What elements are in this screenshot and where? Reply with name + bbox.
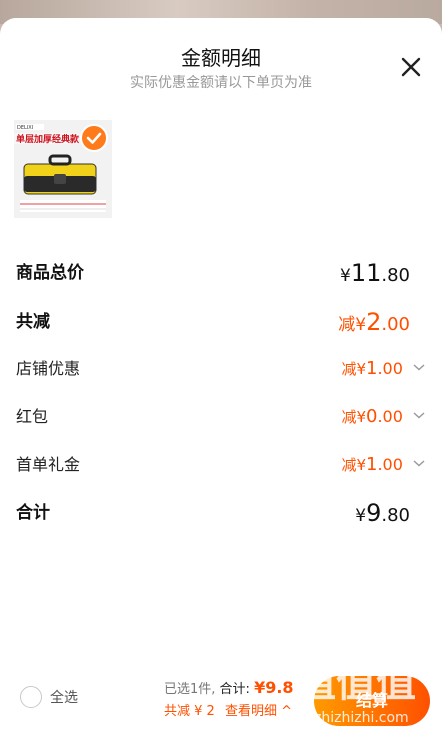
close-button[interactable]: [396, 52, 426, 82]
first-order-gift-value: 减¥1.00: [341, 450, 426, 480]
reduce-text: 共减 ¥ 2: [164, 704, 215, 719]
select-all-label[interactable]: 全选: [50, 687, 78, 707]
brand-logo-text: DELIXI: [17, 125, 33, 131]
sheet-title: 金额明细: [181, 46, 261, 70]
checkout-button[interactable]: 结算: [314, 676, 430, 726]
chevron-down-icon: [413, 364, 425, 371]
sheet-subtitle: 实际优惠金额请以下单页为准: [130, 75, 312, 91]
red-packet-row[interactable]: 红包 减¥0.00: [16, 402, 426, 432]
selection-summary: 已选1件, 合计: ¥9.8: [164, 678, 294, 697]
total-value: ¥9.8: [254, 678, 294, 697]
shop-discount-value: 减¥1.00: [341, 354, 426, 384]
red-packet-label: 红包: [16, 407, 49, 426]
select-all-checkbox[interactable]: [20, 686, 42, 708]
grand-total-value: ¥9.80: [355, 499, 410, 527]
first-order-gift-row[interactable]: 首单礼金 减¥1.00: [16, 450, 426, 480]
red-packet-value: 减¥0.00: [341, 402, 426, 432]
banner-text: 单层加厚经典款: [16, 133, 80, 145]
close-icon: [401, 57, 421, 77]
detail-link-text: 查看明细 ^: [224, 704, 292, 719]
first-order-gift-label: 首单礼金: [16, 455, 81, 474]
total-reduce-value: 减¥2.00: [338, 308, 410, 336]
product-thumbnail[interactable]: DELIXI 单层加厚经典款: [14, 120, 112, 218]
selected-count: 已选1件,: [164, 682, 216, 697]
view-detail-link[interactable]: 共减 ¥ 2 查看明细 ^: [164, 700, 292, 719]
shop-discount-row[interactable]: 店铺优惠 减¥1.00: [16, 354, 426, 384]
chevron-down-icon: [413, 460, 425, 467]
shop-discount-label: 店铺优惠: [16, 359, 81, 378]
grand-total-label: 合计: [16, 503, 50, 523]
chevron-down-icon: [413, 412, 425, 419]
total-reduce-label: 共减: [16, 312, 50, 332]
selected-check-icon: [80, 124, 108, 152]
goods-total-row: 商品总价 ¥11.80: [16, 258, 426, 288]
goods-total-value: ¥11.80: [339, 259, 410, 287]
amount-detail-sheet: 金额明细 实际优惠金额请以下单页为准 DELIXI 单层加厚经典款 商品总价 ¥…: [0, 18, 442, 735]
total-label: 合计:: [219, 682, 250, 697]
goods-total-label: 商品总价: [16, 263, 84, 283]
grand-total-row: 合计 ¥9.80: [16, 498, 426, 528]
checkout-bar: 全选 已选1件, 合计: ¥9.8 共减 ¥ 2 查看明细 ^ 结算: [0, 644, 442, 735]
total-reduce-row: 共减 减¥2.00: [16, 307, 426, 337]
